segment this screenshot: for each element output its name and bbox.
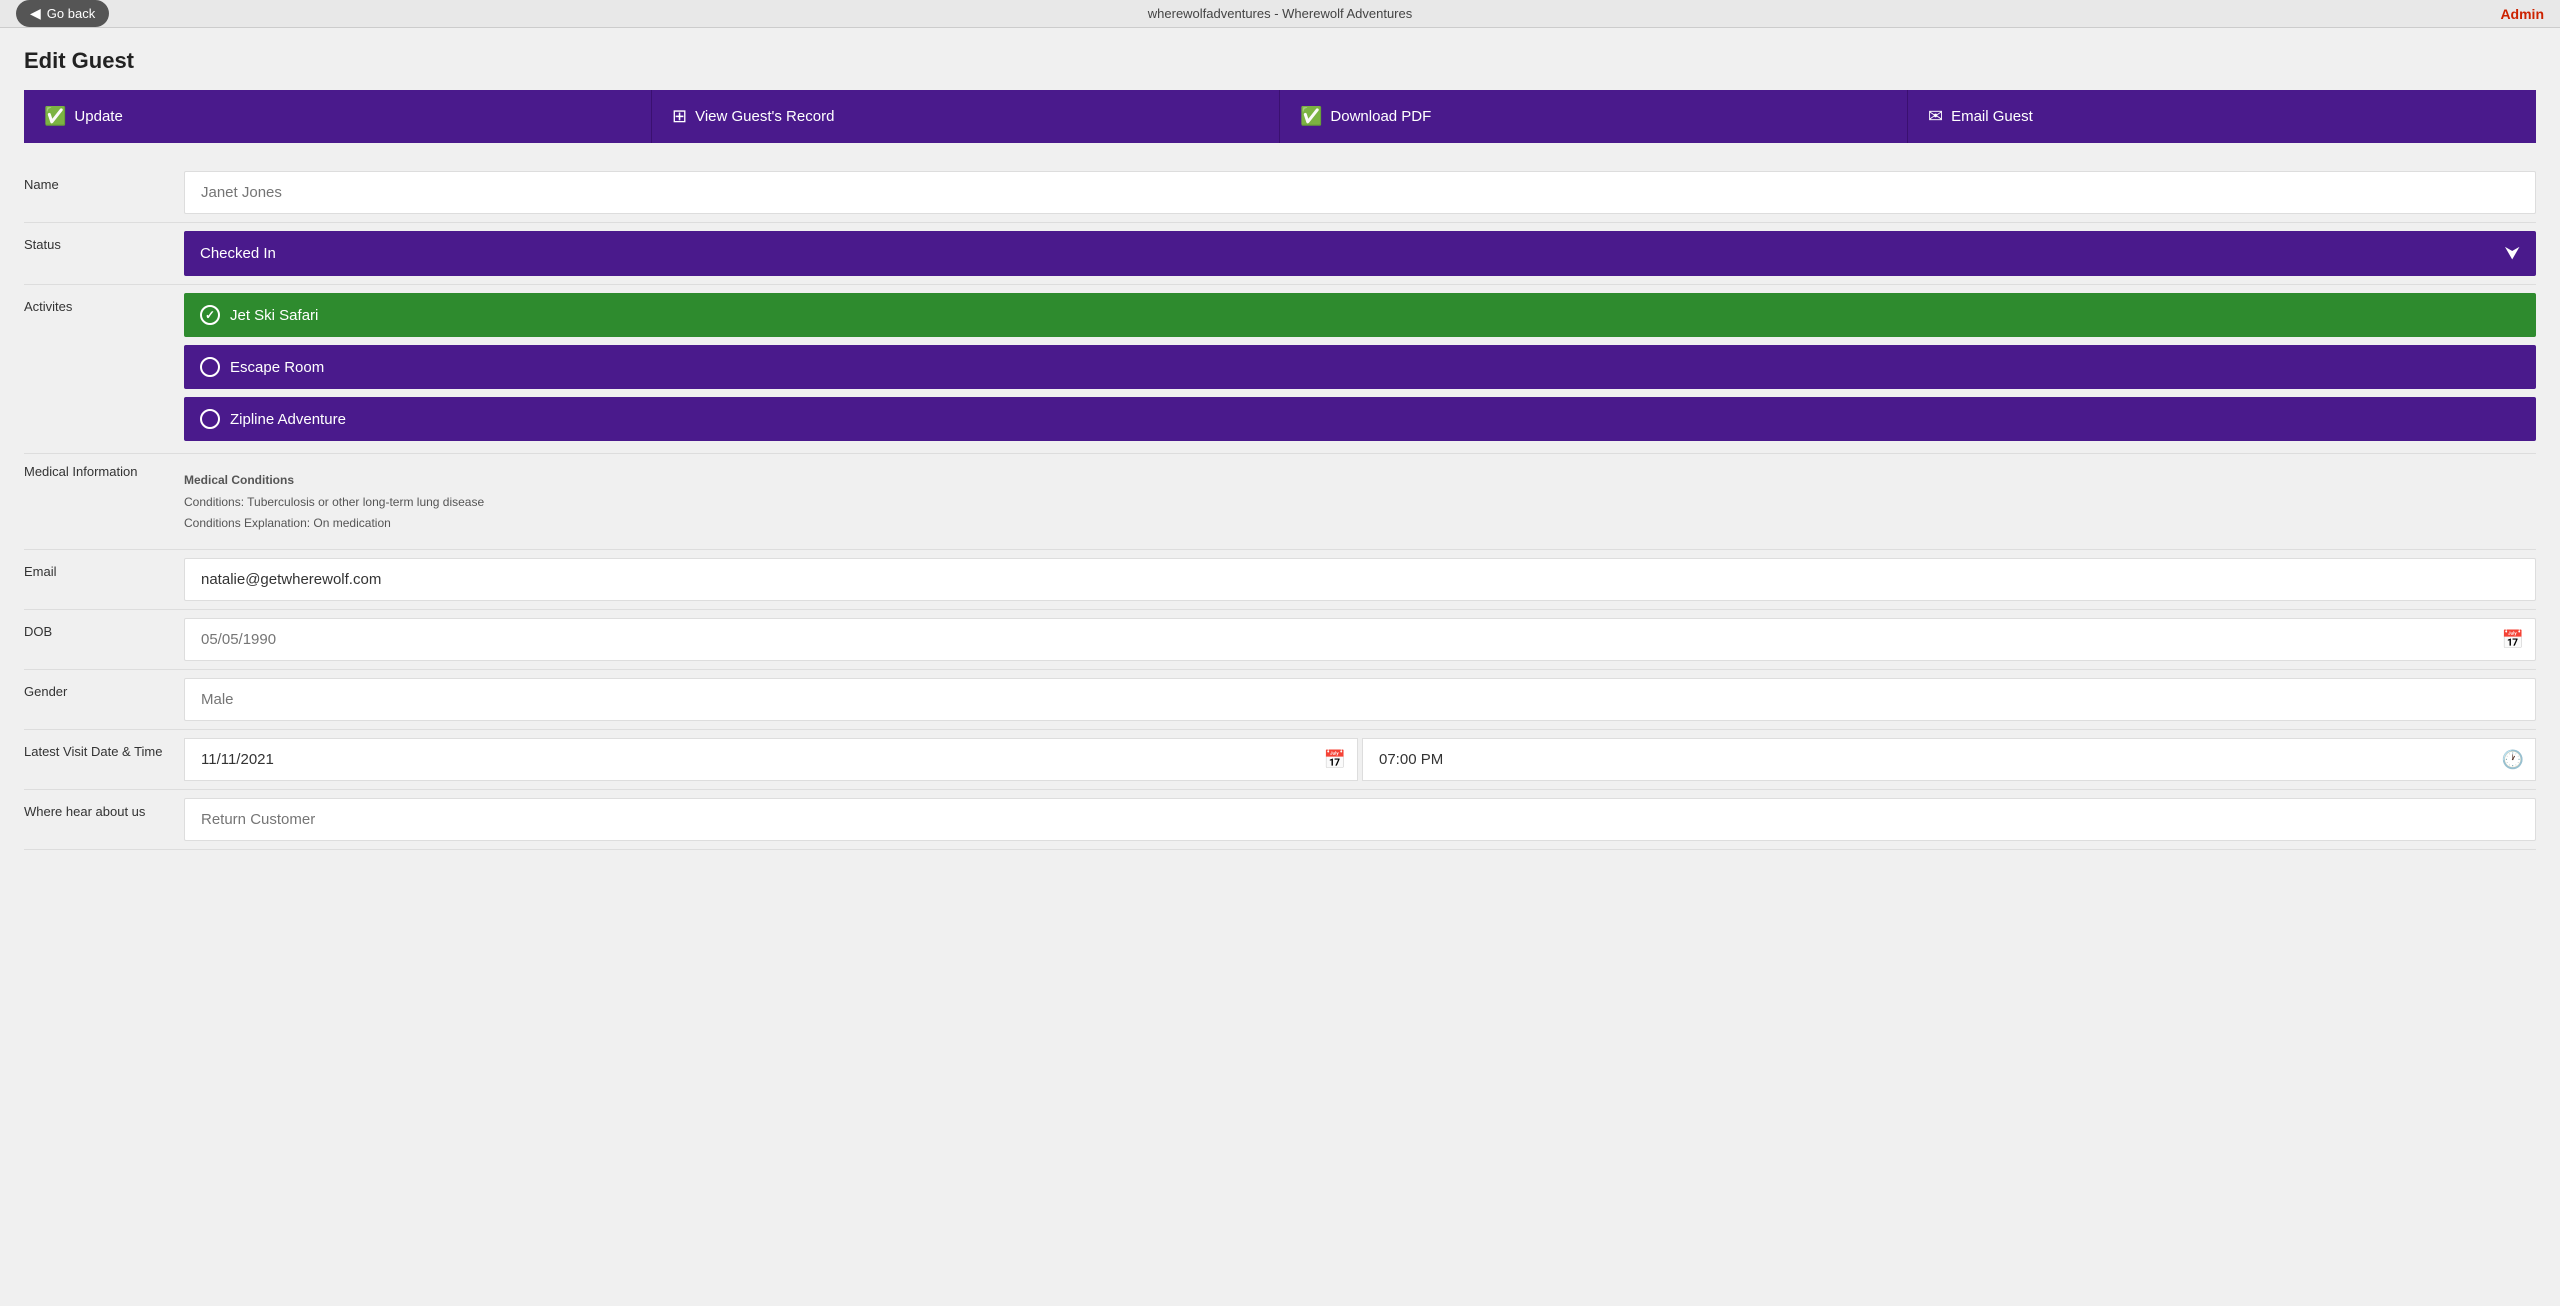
activities-list: Jet Ski Safari Escape Room Zipline Adven… xyxy=(184,293,2536,445)
view-guests-record-label: View Guest's Record xyxy=(695,108,834,125)
status-dropdown[interactable]: Checked In ⮟ xyxy=(184,231,2536,276)
name-field-wrapper xyxy=(184,163,2536,222)
email-guest-button[interactable]: ✉ Email Guest xyxy=(1908,90,2536,143)
gender-row: Gender xyxy=(24,670,2536,730)
latest-visit-field-wrapper: 📅 🕐 xyxy=(184,730,2536,789)
where-hear-row: Where hear about us xyxy=(24,790,2536,850)
grid-icon: ⊞ xyxy=(672,106,687,127)
latest-visit-row: Latest Visit Date & Time 📅 🕐 xyxy=(24,730,2536,790)
medical-row: Medical Information Medical Conditions C… xyxy=(24,454,2536,550)
activities-row: Activites Jet Ski Safari Escape Room Zip… xyxy=(24,285,2536,454)
latest-visit-time-input[interactable] xyxy=(1362,738,2536,781)
activity-label-escape-room: Escape Room xyxy=(230,359,324,376)
email-label: Email xyxy=(24,550,184,593)
name-row: Name xyxy=(24,163,2536,223)
activities-field-wrapper: Jet Ski Safari Escape Room Zipline Adven… xyxy=(184,285,2536,453)
dob-input[interactable] xyxy=(184,618,2536,661)
update-button[interactable]: ✅ Update xyxy=(24,90,652,143)
latest-visit-date-input[interactable] xyxy=(184,738,1358,781)
email-guest-label: Email Guest xyxy=(1951,108,2033,125)
name-label: Name xyxy=(24,163,184,206)
date-time-row: 📅 🕐 xyxy=(184,738,2536,781)
arrow-left-icon: ◀ xyxy=(30,5,41,22)
status-field-wrapper: Checked In ⮟ xyxy=(184,223,2536,284)
activity-label-jet-ski: Jet Ski Safari xyxy=(230,307,318,324)
view-guests-record-button[interactable]: ⊞ View Guest's Record xyxy=(652,90,1280,143)
time-wrapper: 🕐 xyxy=(1362,738,2536,781)
clock-icon: 🕐 xyxy=(2502,749,2524,770)
dob-row: DOB 📅 xyxy=(24,610,2536,670)
download-pdf-label: Download PDF xyxy=(1330,108,1431,125)
medical-explanation: Conditions Explanation: On medication xyxy=(184,513,2536,533)
check-download-icon: ✅ xyxy=(1300,106,1322,127)
email-row: Email xyxy=(24,550,2536,610)
top-bar: ◀ Go back wherewolfadventures - Wherewol… xyxy=(0,0,2560,28)
gender-label: Gender xyxy=(24,670,184,713)
medical-label: Medical Information xyxy=(24,454,184,493)
status-label: Status xyxy=(24,223,184,266)
activity-radio-jet-ski xyxy=(200,305,220,325)
go-back-button[interactable]: ◀ Go back xyxy=(16,0,109,27)
edit-guest-form: Name Status Checked In ⮟ Activites xyxy=(24,163,2536,850)
page-title: Edit Guest xyxy=(24,48,2536,74)
go-back-label: Go back xyxy=(47,6,95,21)
status-row: Status Checked In ⮟ xyxy=(24,223,2536,285)
medical-field-wrapper: Medical Conditions Conditions: Tuberculo… xyxy=(184,454,2536,549)
where-hear-label: Where hear about us xyxy=(24,790,184,833)
activity-item-jet-ski[interactable]: Jet Ski Safari xyxy=(184,293,2536,337)
activity-item-escape-room[interactable]: Escape Room xyxy=(184,345,2536,389)
email-field-wrapper xyxy=(184,550,2536,609)
activity-radio-escape-room xyxy=(200,357,220,377)
activity-item-zipline[interactable]: Zipline Adventure xyxy=(184,397,2536,441)
activity-radio-zipline xyxy=(200,409,220,429)
admin-link[interactable]: Admin xyxy=(2500,6,2544,22)
medical-info-block: Medical Conditions Conditions: Tuberculo… xyxy=(184,462,2536,541)
calendar-icon: 📅 xyxy=(2502,629,2524,650)
where-hear-field-wrapper xyxy=(184,790,2536,849)
gender-input[interactable] xyxy=(184,678,2536,721)
main-content: Edit Guest ✅ Update ⊞ View Guest's Recor… xyxy=(0,28,2560,870)
activities-label: Activites xyxy=(24,285,184,328)
medical-conditions: Conditions: Tuberculosis or other long-t… xyxy=(184,492,2536,512)
check-circle-icon: ✅ xyxy=(44,106,66,127)
chevron-down-icon: ⮟ xyxy=(2505,243,2520,264)
dob-field-wrapper: 📅 xyxy=(184,610,2536,669)
update-label: Update xyxy=(74,108,122,125)
email-input[interactable] xyxy=(184,558,2536,601)
action-buttons: ✅ Update ⊞ View Guest's Record ✅ Downloa… xyxy=(24,90,2536,143)
app-title: wherewolfadventures - Wherewolf Adventur… xyxy=(1148,6,1412,21)
gender-field-wrapper xyxy=(184,670,2536,729)
email-icon: ✉ xyxy=(1928,106,1943,127)
name-input[interactable] xyxy=(184,171,2536,214)
where-hear-input[interactable] xyxy=(184,798,2536,841)
status-value: Checked In xyxy=(200,245,276,262)
activity-label-zipline: Zipline Adventure xyxy=(230,411,346,428)
date-wrapper: 📅 xyxy=(184,738,1358,781)
medical-title: Medical Conditions xyxy=(184,470,2536,490)
latest-visit-label: Latest Visit Date & Time xyxy=(24,730,184,773)
calendar-date-icon: 📅 xyxy=(1324,749,1346,770)
download-pdf-button[interactable]: ✅ Download PDF xyxy=(1280,90,1908,143)
dob-label: DOB xyxy=(24,610,184,653)
